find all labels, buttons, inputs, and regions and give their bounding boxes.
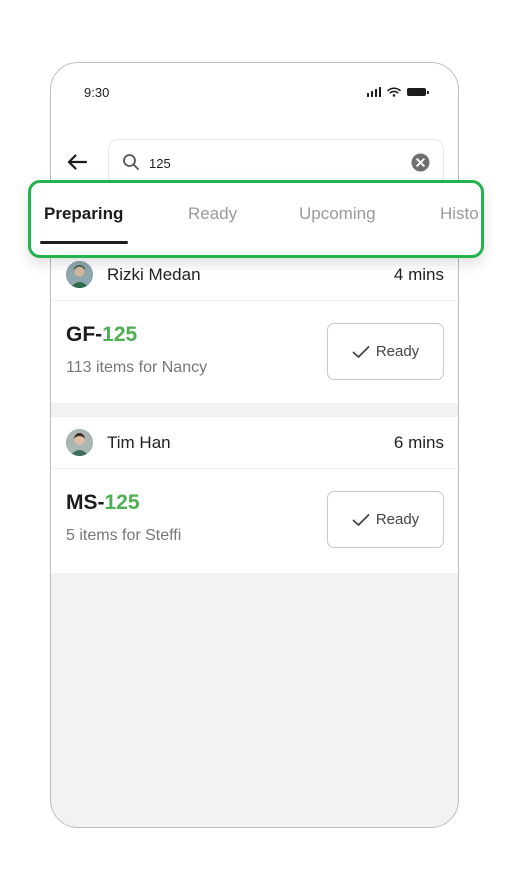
search-box[interactable]	[108, 139, 444, 185]
mark-ready-label: Ready	[375, 343, 420, 360]
order-body[interactable]: GF-125 113 items for Nancy Ready	[51, 301, 458, 403]
clear-icon[interactable]	[411, 153, 430, 172]
order-items: 113 items for Nancy	[66, 359, 208, 376]
order-code-match: 125	[104, 491, 140, 514]
signal-icon	[366, 87, 381, 97]
eta: 4 mins	[393, 264, 444, 284]
order-card: Tim Han 6 mins MS-125 5 items for Steffi…	[51, 417, 458, 573]
tab-ready[interactable]: Ready	[188, 204, 237, 224]
status-bar: 9:30	[51, 63, 458, 123]
driver-name: Rizki Medan	[107, 264, 201, 284]
check-icon	[352, 345, 370, 358]
tab-history[interactable]: Histo	[440, 204, 479, 224]
search-input[interactable]	[149, 151, 399, 175]
mark-ready-button[interactable]: Ready	[327, 491, 444, 548]
active-tab-indicator	[40, 241, 128, 244]
order-code-match: 125	[102, 323, 138, 346]
order-body[interactable]: MS-125 5 items for Steffi Ready	[51, 469, 458, 571]
check-icon	[352, 513, 370, 526]
tab-upcoming[interactable]: Upcoming	[299, 204, 376, 224]
order-card-header: Tim Han 6 mins	[51, 417, 458, 469]
order-card: Rizki Medan 4 mins GF-125 113 items for …	[51, 249, 458, 403]
eta: 6 mins	[393, 432, 444, 452]
battery-icon	[407, 88, 429, 96]
order-code-prefix: MS-	[66, 491, 105, 514]
driver-name: Tim Han	[107, 432, 171, 452]
wifi-icon	[387, 87, 401, 97]
arrow-left-icon	[67, 154, 88, 170]
tab-bar: Preparing Ready Upcoming Histo	[28, 180, 484, 258]
order-code-prefix: GF-	[66, 323, 103, 346]
status-icons	[366, 87, 429, 97]
avatar	[66, 261, 93, 288]
search-icon	[123, 154, 139, 170]
tab-preparing[interactable]: Preparing	[44, 204, 123, 224]
back-button[interactable]	[64, 149, 90, 175]
phone-frame: 9:30 125 Rizki Medan 4 mins GF-125 113 i…	[50, 62, 459, 828]
status-time: 9:30	[84, 85, 110, 100]
order-code: GF-125	[66, 323, 137, 347]
avatar	[66, 429, 93, 456]
order-code: MS-125	[66, 491, 140, 515]
mark-ready-button[interactable]: Ready	[327, 323, 444, 380]
order-items: 5 items for Steffi	[66, 527, 182, 544]
mark-ready-label: Ready	[375, 511, 420, 528]
